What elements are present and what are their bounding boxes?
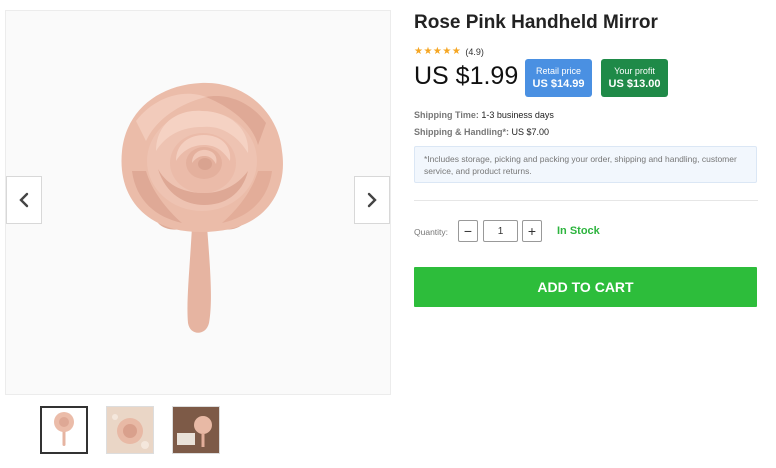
next-image-button[interactable] (354, 176, 390, 224)
chevron-left-icon (19, 192, 29, 208)
shipping-handling-label: Shipping & Handling*: (414, 127, 509, 137)
stock-status: In Stock (557, 225, 600, 237)
quantity-label: Quantity: (414, 227, 449, 237)
prev-image-button[interactable] (6, 176, 42, 224)
product-image (121, 82, 283, 333)
product-price: US $1.99 (414, 62, 519, 90)
shipping-handling-value: US $7.00 (511, 127, 550, 137)
chevron-right-icon (367, 192, 377, 208)
quantity-input[interactable] (483, 220, 518, 242)
retail-price-value: US $14.99 (532, 77, 585, 90)
product-gallery (5, 10, 391, 395)
shipping-handling: Shipping & Handling*: US $7.00 (414, 127, 549, 137)
divider (414, 200, 758, 201)
shipping-note: *Includes storage, picking and packing y… (414, 146, 757, 183)
rating-value: (4.9) (465, 46, 484, 57)
mirror-thumbnail-image (173, 407, 219, 453)
profit-badge: Your profit US $13.00 (601, 59, 668, 97)
shipping-time-value: 1-3 business days (481, 110, 554, 120)
retail-price-label: Retail price (535, 65, 582, 76)
add-to-cart-button[interactable]: ADD TO CART (414, 267, 757, 307)
thumb-mirror-brown[interactable] (172, 406, 220, 454)
star-icon: ★★★★★ (414, 46, 462, 57)
thumb-mirror-beige[interactable] (106, 406, 154, 454)
mirror-thumbnail-image (54, 412, 74, 446)
thumbnail-strip (40, 406, 220, 454)
thumb-mirror-white[interactable] (40, 406, 88, 454)
rating: ★★★★★ (4.9) (414, 46, 484, 57)
quantity-decrease-button[interactable]: − (458, 220, 478, 242)
profit-label: Your profit (614, 65, 655, 76)
retail-price-badge: Retail price US $14.99 (525, 59, 592, 97)
product-title: Rose Pink Handheld Mirror (414, 12, 658, 33)
profit-value: US $13.00 (608, 77, 661, 90)
mirror-thumbnail-image (107, 407, 153, 453)
shipping-time-label: Shipping Time: (414, 110, 479, 120)
quantity-increase-button[interactable]: + (522, 220, 542, 242)
shipping-time: Shipping Time: 1-3 business days (414, 110, 554, 120)
